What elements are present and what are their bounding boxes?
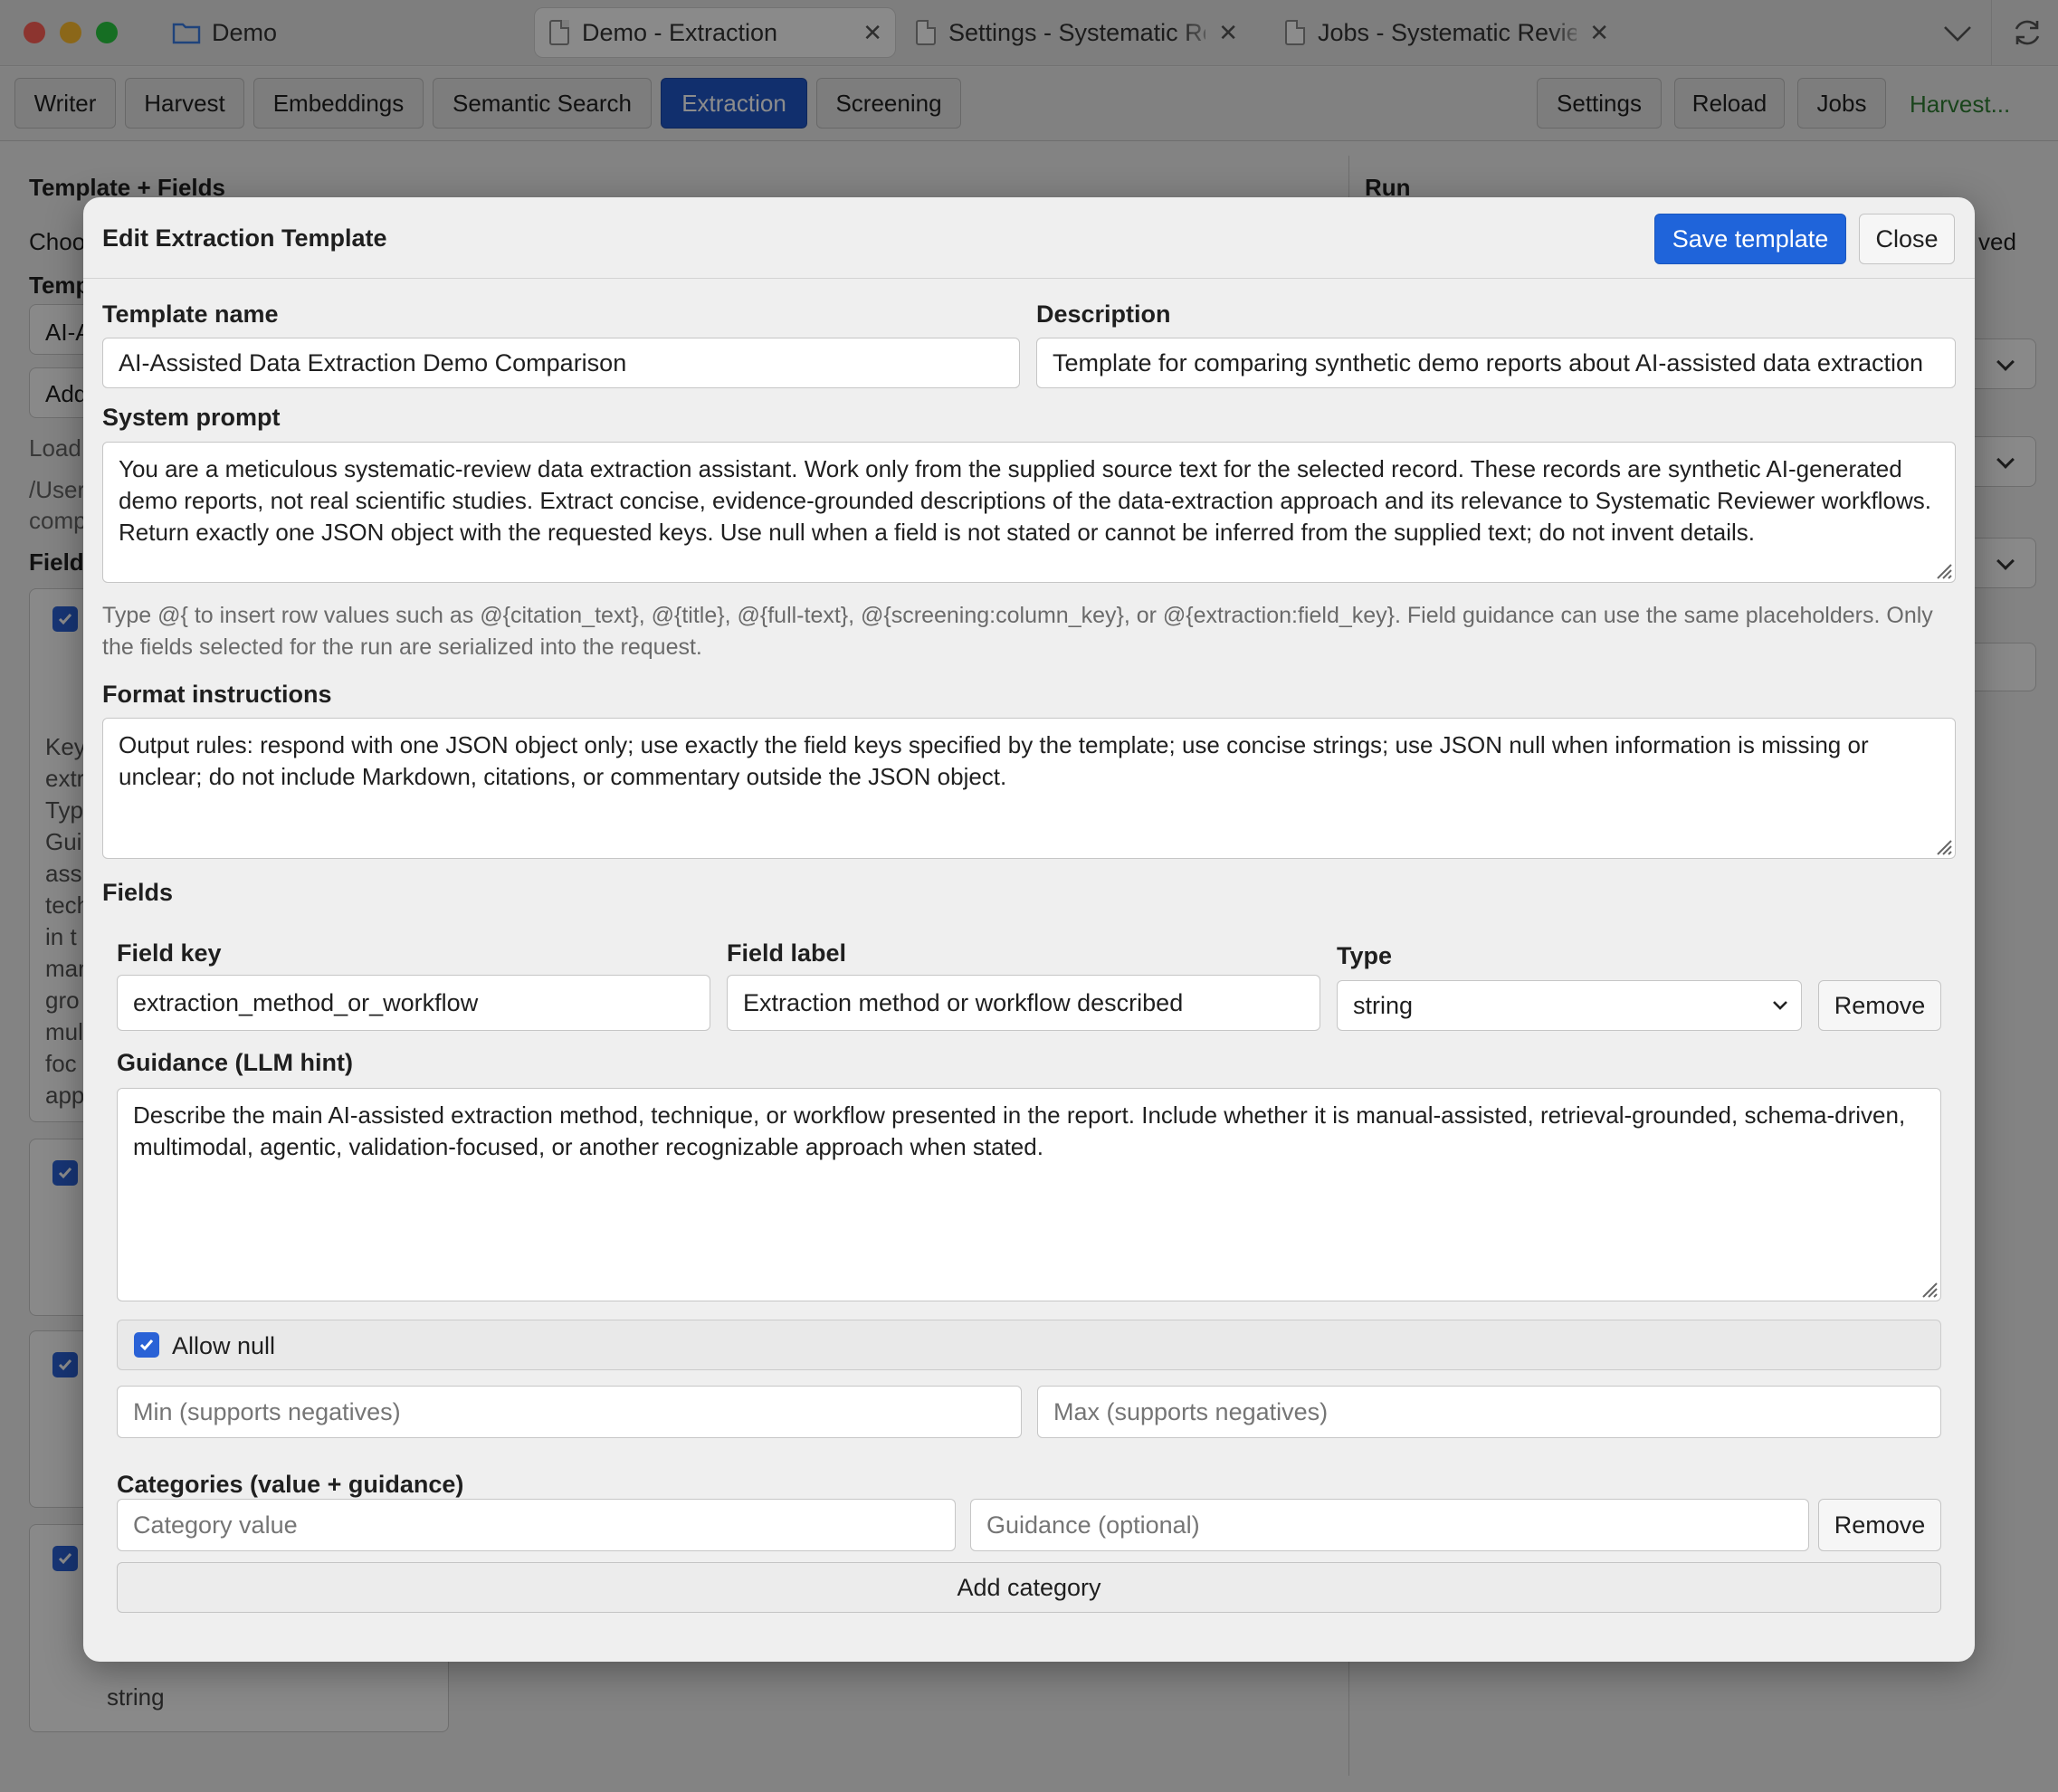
remove-category-button[interactable]: Remove <box>1818 1499 1941 1551</box>
category-guidance-input[interactable] <box>970 1499 1809 1551</box>
resize-grip-icon[interactable] <box>1932 559 1952 579</box>
edit-template-modal: Edit Extraction Template Save template C… <box>83 197 1975 1662</box>
allow-null-checkbox[interactable] <box>134 1332 159 1358</box>
max-input[interactable] <box>1037 1386 1941 1438</box>
format-instructions-textarea[interactable]: Output rules: respond with one JSON obje… <box>102 718 1956 859</box>
format-instructions-label: Format instructions <box>102 681 332 708</box>
modal-title: Edit Extraction Template <box>102 224 387 252</box>
system-prompt-textarea[interactable]: You are a meticulous systematic-review d… <box>102 442 1956 583</box>
field-label-input[interactable]: Extraction method or workflow described <box>727 975 1320 1031</box>
resize-grip-icon[interactable] <box>1918 1278 1938 1298</box>
placeholder-hint: Type @{ to insert row values such as @{c… <box>102 603 1933 660</box>
guidance-textarea[interactable]: Describe the main AI-assisted extraction… <box>117 1088 1941 1301</box>
categories-label: Categories (value + guidance) <box>117 1471 464 1498</box>
template-name-input[interactable]: AI-Assisted Data Extraction Demo Compari… <box>102 338 1020 388</box>
min-input[interactable] <box>117 1386 1022 1438</box>
field-editor-card: Field key extraction_method_or_workflow … <box>100 922 1949 1646</box>
field-key-label: Field key <box>117 939 222 967</box>
system-prompt-label: System prompt <box>102 404 281 431</box>
remove-field-button[interactable]: Remove <box>1818 980 1941 1031</box>
resize-grip-icon[interactable] <box>1932 835 1952 855</box>
type-select-value: string <box>1353 991 1414 1019</box>
field-key-input[interactable]: extraction_method_or_workflow <box>117 975 710 1031</box>
allow-null-label: Allow null <box>172 1332 276 1359</box>
category-value-input[interactable] <box>117 1499 956 1551</box>
description-label: Description <box>1036 300 1171 328</box>
type-select[interactable]: string <box>1337 980 1802 1031</box>
close-button[interactable]: Close <box>1859 214 1955 264</box>
add-category-button[interactable]: Add category <box>117 1562 1941 1613</box>
save-template-button[interactable]: Save template <box>1654 214 1846 264</box>
template-name-label: Template name <box>102 300 279 328</box>
guidance-text: Describe the main AI-assisted extraction… <box>133 1101 1906 1160</box>
field-label-label: Field label <box>727 939 847 967</box>
modal-header: Edit Extraction Template Save template C… <box>83 197 1975 279</box>
fields-label: Fields <box>102 879 174 906</box>
description-input[interactable]: Template for comparing synthetic demo re… <box>1036 338 1956 388</box>
allow-null-row[interactable]: Allow null <box>117 1320 1941 1370</box>
app-window: Demo Demo - Extraction ✕ Settings - Syst… <box>0 0 2058 1792</box>
format-instructions-text: Output rules: respond with one JSON obje… <box>119 731 1869 790</box>
type-label: Type <box>1337 942 1393 969</box>
guidance-label: Guidance (LLM hint) <box>117 1049 353 1076</box>
system-prompt-text: You are a meticulous systematic-review d… <box>119 455 1931 546</box>
chevron-down-icon <box>1773 1001 1787 1010</box>
